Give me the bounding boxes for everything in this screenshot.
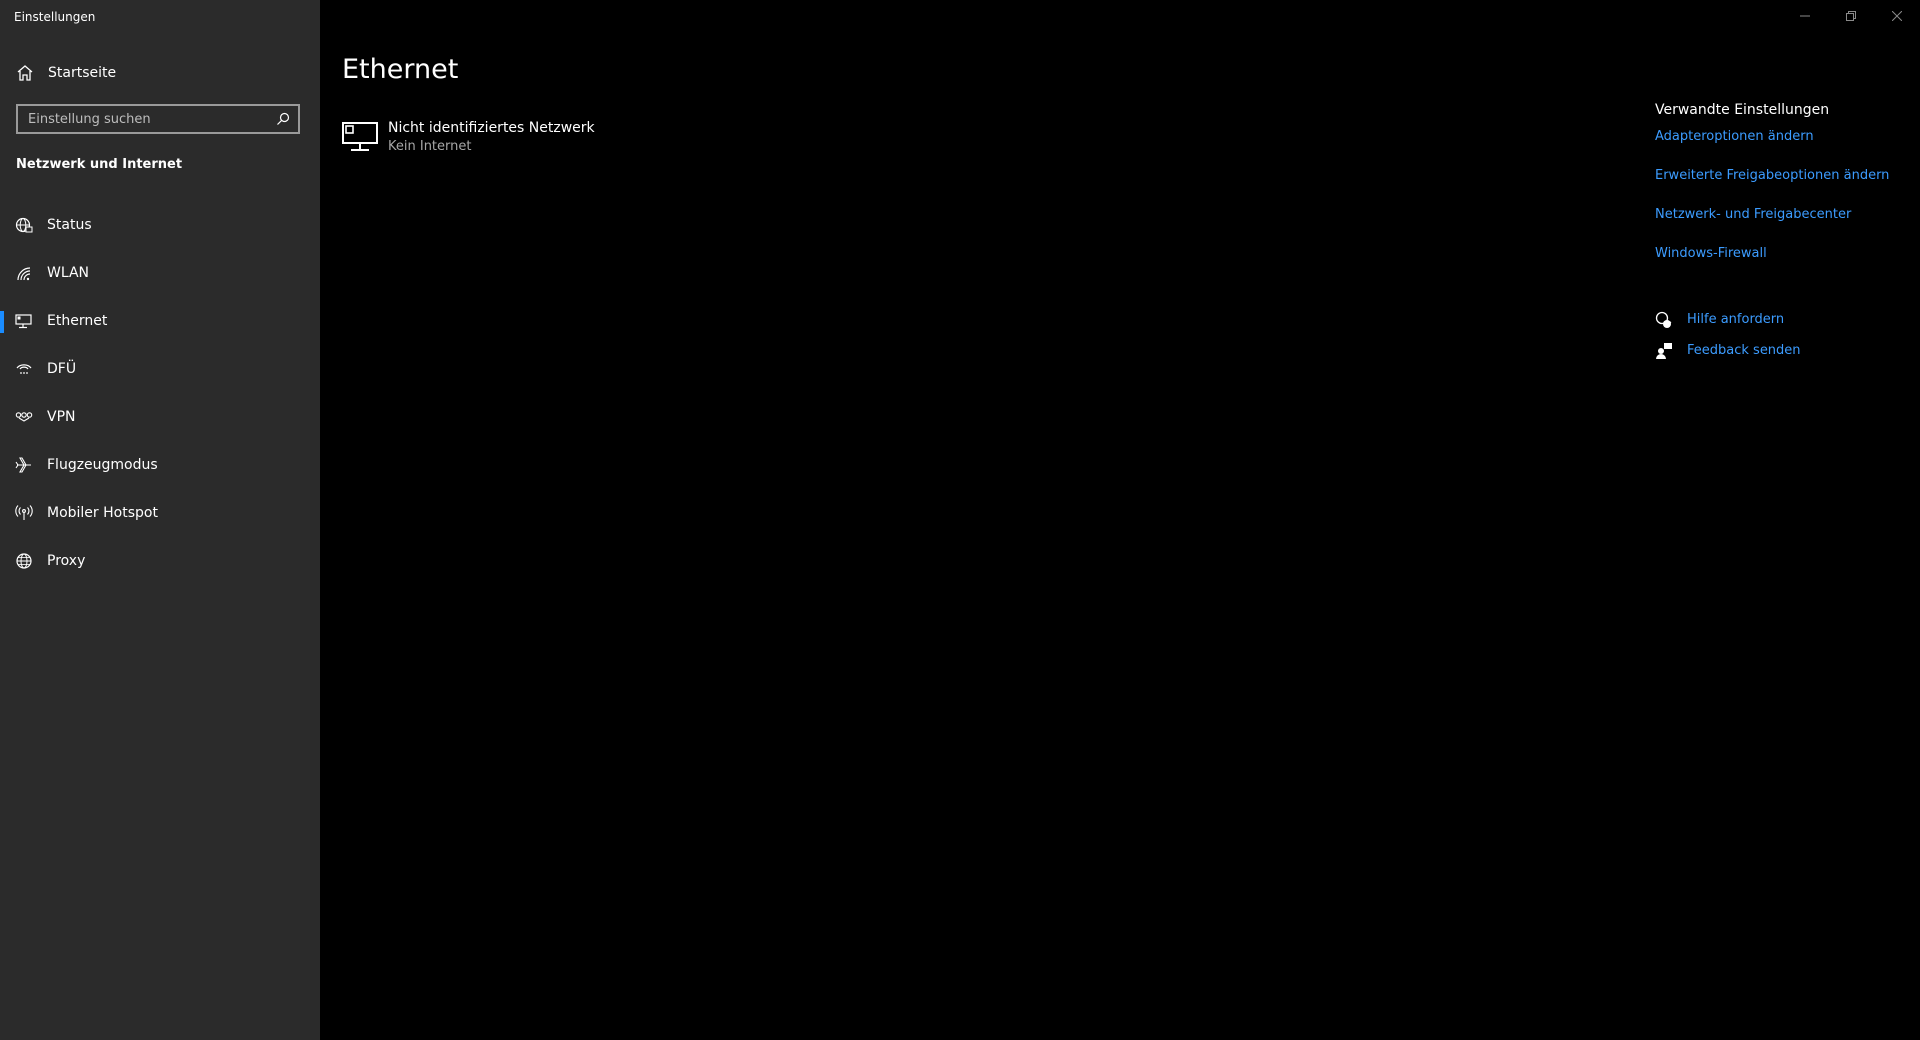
sidebar-item-label: Status bbox=[47, 217, 92, 233]
sidebar-item-status[interactable]: Status bbox=[0, 205, 320, 253]
feedback-link[interactable]: Feedback senden bbox=[1687, 343, 1801, 358]
sidebar-item-dfue[interactable]: DFÜ bbox=[0, 349, 320, 397]
settings-window: Einstellungen Startseite Netzwerk und In… bbox=[0, 0, 1920, 1040]
section-title: Netzwerk und Internet bbox=[16, 157, 183, 172]
hotspot-icon bbox=[15, 504, 33, 522]
sidebar-item-label: VPN bbox=[47, 409, 76, 425]
close-icon bbox=[1892, 11, 1902, 21]
ethernet-network-icon bbox=[342, 122, 378, 152]
sidebar: Einstellungen Startseite Netzwerk und In… bbox=[0, 0, 320, 1040]
globe-status-icon bbox=[15, 216, 33, 234]
adapter-options-link[interactable]: Adapteroptionen ändern bbox=[1655, 129, 1814, 144]
minimize-button[interactable] bbox=[1782, 0, 1828, 32]
vpn-icon bbox=[15, 408, 33, 426]
sidebar-item-proxy[interactable]: Proxy bbox=[0, 541, 320, 589]
network-name: Nicht identifiziertes Netzwerk bbox=[388, 120, 595, 136]
minimize-icon bbox=[1800, 15, 1810, 17]
main-content: Ethernet Nicht identifiziertes Netzwerk … bbox=[320, 0, 1920, 1040]
page-title: Ethernet bbox=[342, 54, 459, 85]
sidebar-item-hotspot[interactable]: Mobiler Hotspot bbox=[0, 493, 320, 541]
globe-icon bbox=[15, 552, 33, 570]
home-icon bbox=[16, 65, 34, 81]
sidebar-item-label: Ethernet bbox=[47, 313, 108, 329]
sidebar-item-wlan[interactable]: WLAN bbox=[0, 253, 320, 301]
sidebar-nav: Status WLAN Ethernet DFÜ VPN Flugzeugmod… bbox=[0, 205, 320, 589]
search-box[interactable] bbox=[16, 104, 300, 134]
sidebar-item-ethernet[interactable]: Ethernet bbox=[0, 301, 320, 349]
windows-firewall-link[interactable]: Windows-Firewall bbox=[1655, 246, 1767, 261]
app-title: Einstellungen bbox=[14, 10, 96, 24]
help-chat-icon bbox=[1655, 311, 1673, 329]
window-controls bbox=[1782, 0, 1920, 32]
sidebar-item-airplane[interactable]: Flugzeugmodus bbox=[0, 445, 320, 493]
search-input[interactable] bbox=[18, 110, 270, 128]
home-button[interactable]: Startseite bbox=[0, 58, 320, 88]
restore-icon bbox=[1846, 11, 1856, 21]
get-help-link[interactable]: Hilfe anfordern bbox=[1687, 312, 1784, 327]
network-entry[interactable]: Nicht identifiziertes Netzwerk Kein Inte… bbox=[342, 118, 662, 164]
sidebar-item-label: WLAN bbox=[47, 265, 90, 281]
feedback-icon bbox=[1655, 342, 1673, 360]
sidebar-item-label: DFÜ bbox=[47, 361, 77, 377]
ethernet-icon bbox=[15, 312, 33, 330]
restore-button[interactable] bbox=[1828, 0, 1874, 32]
close-button[interactable] bbox=[1874, 0, 1920, 32]
airplane-icon bbox=[15, 456, 33, 474]
wifi-icon bbox=[15, 264, 33, 282]
home-label: Startseite bbox=[48, 65, 117, 81]
sidebar-item-label: Mobiler Hotspot bbox=[47, 505, 158, 521]
sidebar-item-label: Proxy bbox=[47, 553, 86, 569]
search-icon[interactable] bbox=[276, 112, 290, 126]
selection-indicator bbox=[0, 311, 4, 333]
network-sharing-center-link[interactable]: Netzwerk- und Freigabecenter bbox=[1655, 207, 1851, 222]
dialup-icon bbox=[15, 360, 33, 378]
sidebar-item-vpn[interactable]: VPN bbox=[0, 397, 320, 445]
related-settings-title: Verwandte Einstellungen bbox=[1655, 102, 1830, 118]
network-status: Kein Internet bbox=[388, 139, 472, 154]
advanced-sharing-link[interactable]: Erweiterte Freigabeoptionen ändern bbox=[1655, 168, 1889, 183]
sidebar-item-label: Flugzeugmodus bbox=[47, 457, 158, 473]
